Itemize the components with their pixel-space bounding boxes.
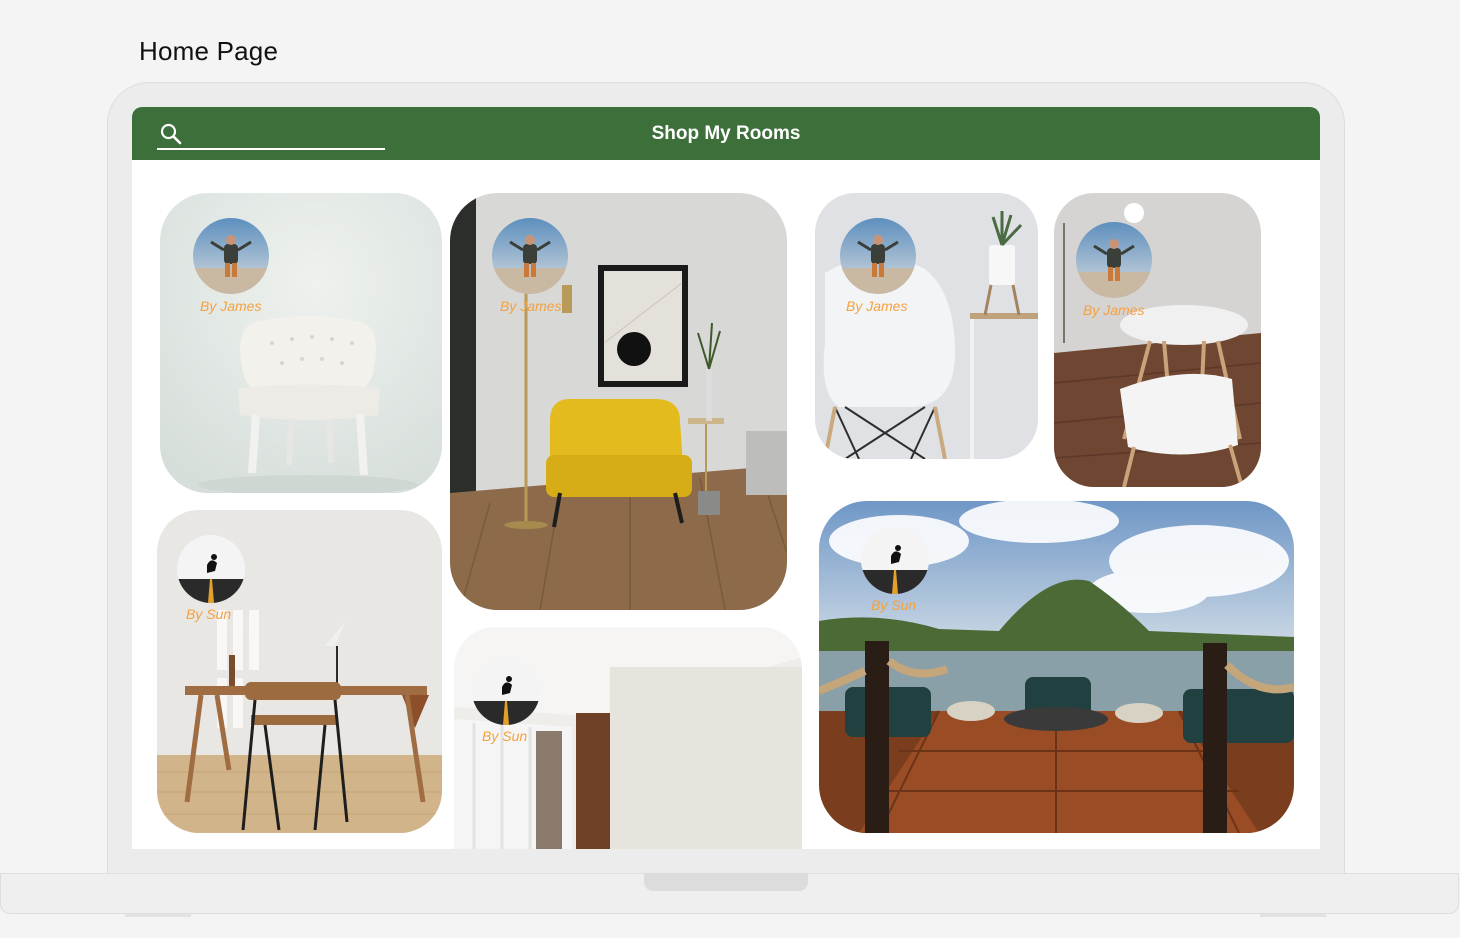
app-title: Shop My Rooms — [651, 123, 801, 144]
room-card-white-chair-plant[interactable]: By James — [815, 193, 1038, 459]
author-avatar-sun[interactable] — [472, 657, 540, 725]
author-avatar-sun[interactable] — [861, 526, 929, 594]
laptop-foot-left — [125, 914, 191, 917]
avatar-photo-james — [840, 218, 916, 294]
room-card-wooden-desk[interactable]: By Sun — [157, 510, 442, 833]
avatar-photo-sun — [472, 657, 540, 725]
page-title: Home Page — [139, 36, 279, 66]
room-card-round-table[interactable]: By James — [1054, 193, 1261, 487]
app-header: Shop My Rooms — [132, 107, 1320, 160]
laptop-notch — [644, 873, 808, 891]
author-byline[interactable]: By James — [846, 298, 907, 314]
app-screen: Shop My Rooms By James By James By James… — [132, 107, 1320, 849]
avatar-photo-james — [1076, 222, 1152, 298]
author-avatar-sun[interactable] — [177, 535, 245, 603]
author-avatar-james[interactable] — [840, 218, 916, 294]
author-byline[interactable]: By Sun — [482, 728, 527, 744]
author-byline[interactable]: By Sun — [871, 597, 916, 613]
author-byline[interactable]: By James — [500, 298, 561, 314]
author-byline[interactable]: By James — [1083, 302, 1144, 318]
author-avatar-james[interactable] — [492, 218, 568, 294]
avatar-photo-james — [492, 218, 568, 294]
avatar-photo-sun — [177, 535, 245, 603]
search-underline — [157, 148, 385, 150]
room-card-white-chair[interactable]: By James — [160, 193, 442, 493]
avatar-photo-james — [193, 218, 269, 294]
laptop-foot-right — [1260, 914, 1326, 917]
author-byline[interactable]: By Sun — [186, 606, 231, 622]
room-card-window[interactable]: By Sun — [454, 627, 802, 849]
author-byline[interactable]: By James — [200, 298, 261, 314]
room-card-seaside-deck[interactable]: By Sun — [819, 501, 1294, 833]
avatar-photo-sun — [861, 526, 929, 594]
author-avatar-james[interactable] — [1076, 222, 1152, 298]
author-avatar-james[interactable] — [193, 218, 269, 294]
room-card-yellow-armchair[interactable]: By James — [450, 193, 787, 610]
